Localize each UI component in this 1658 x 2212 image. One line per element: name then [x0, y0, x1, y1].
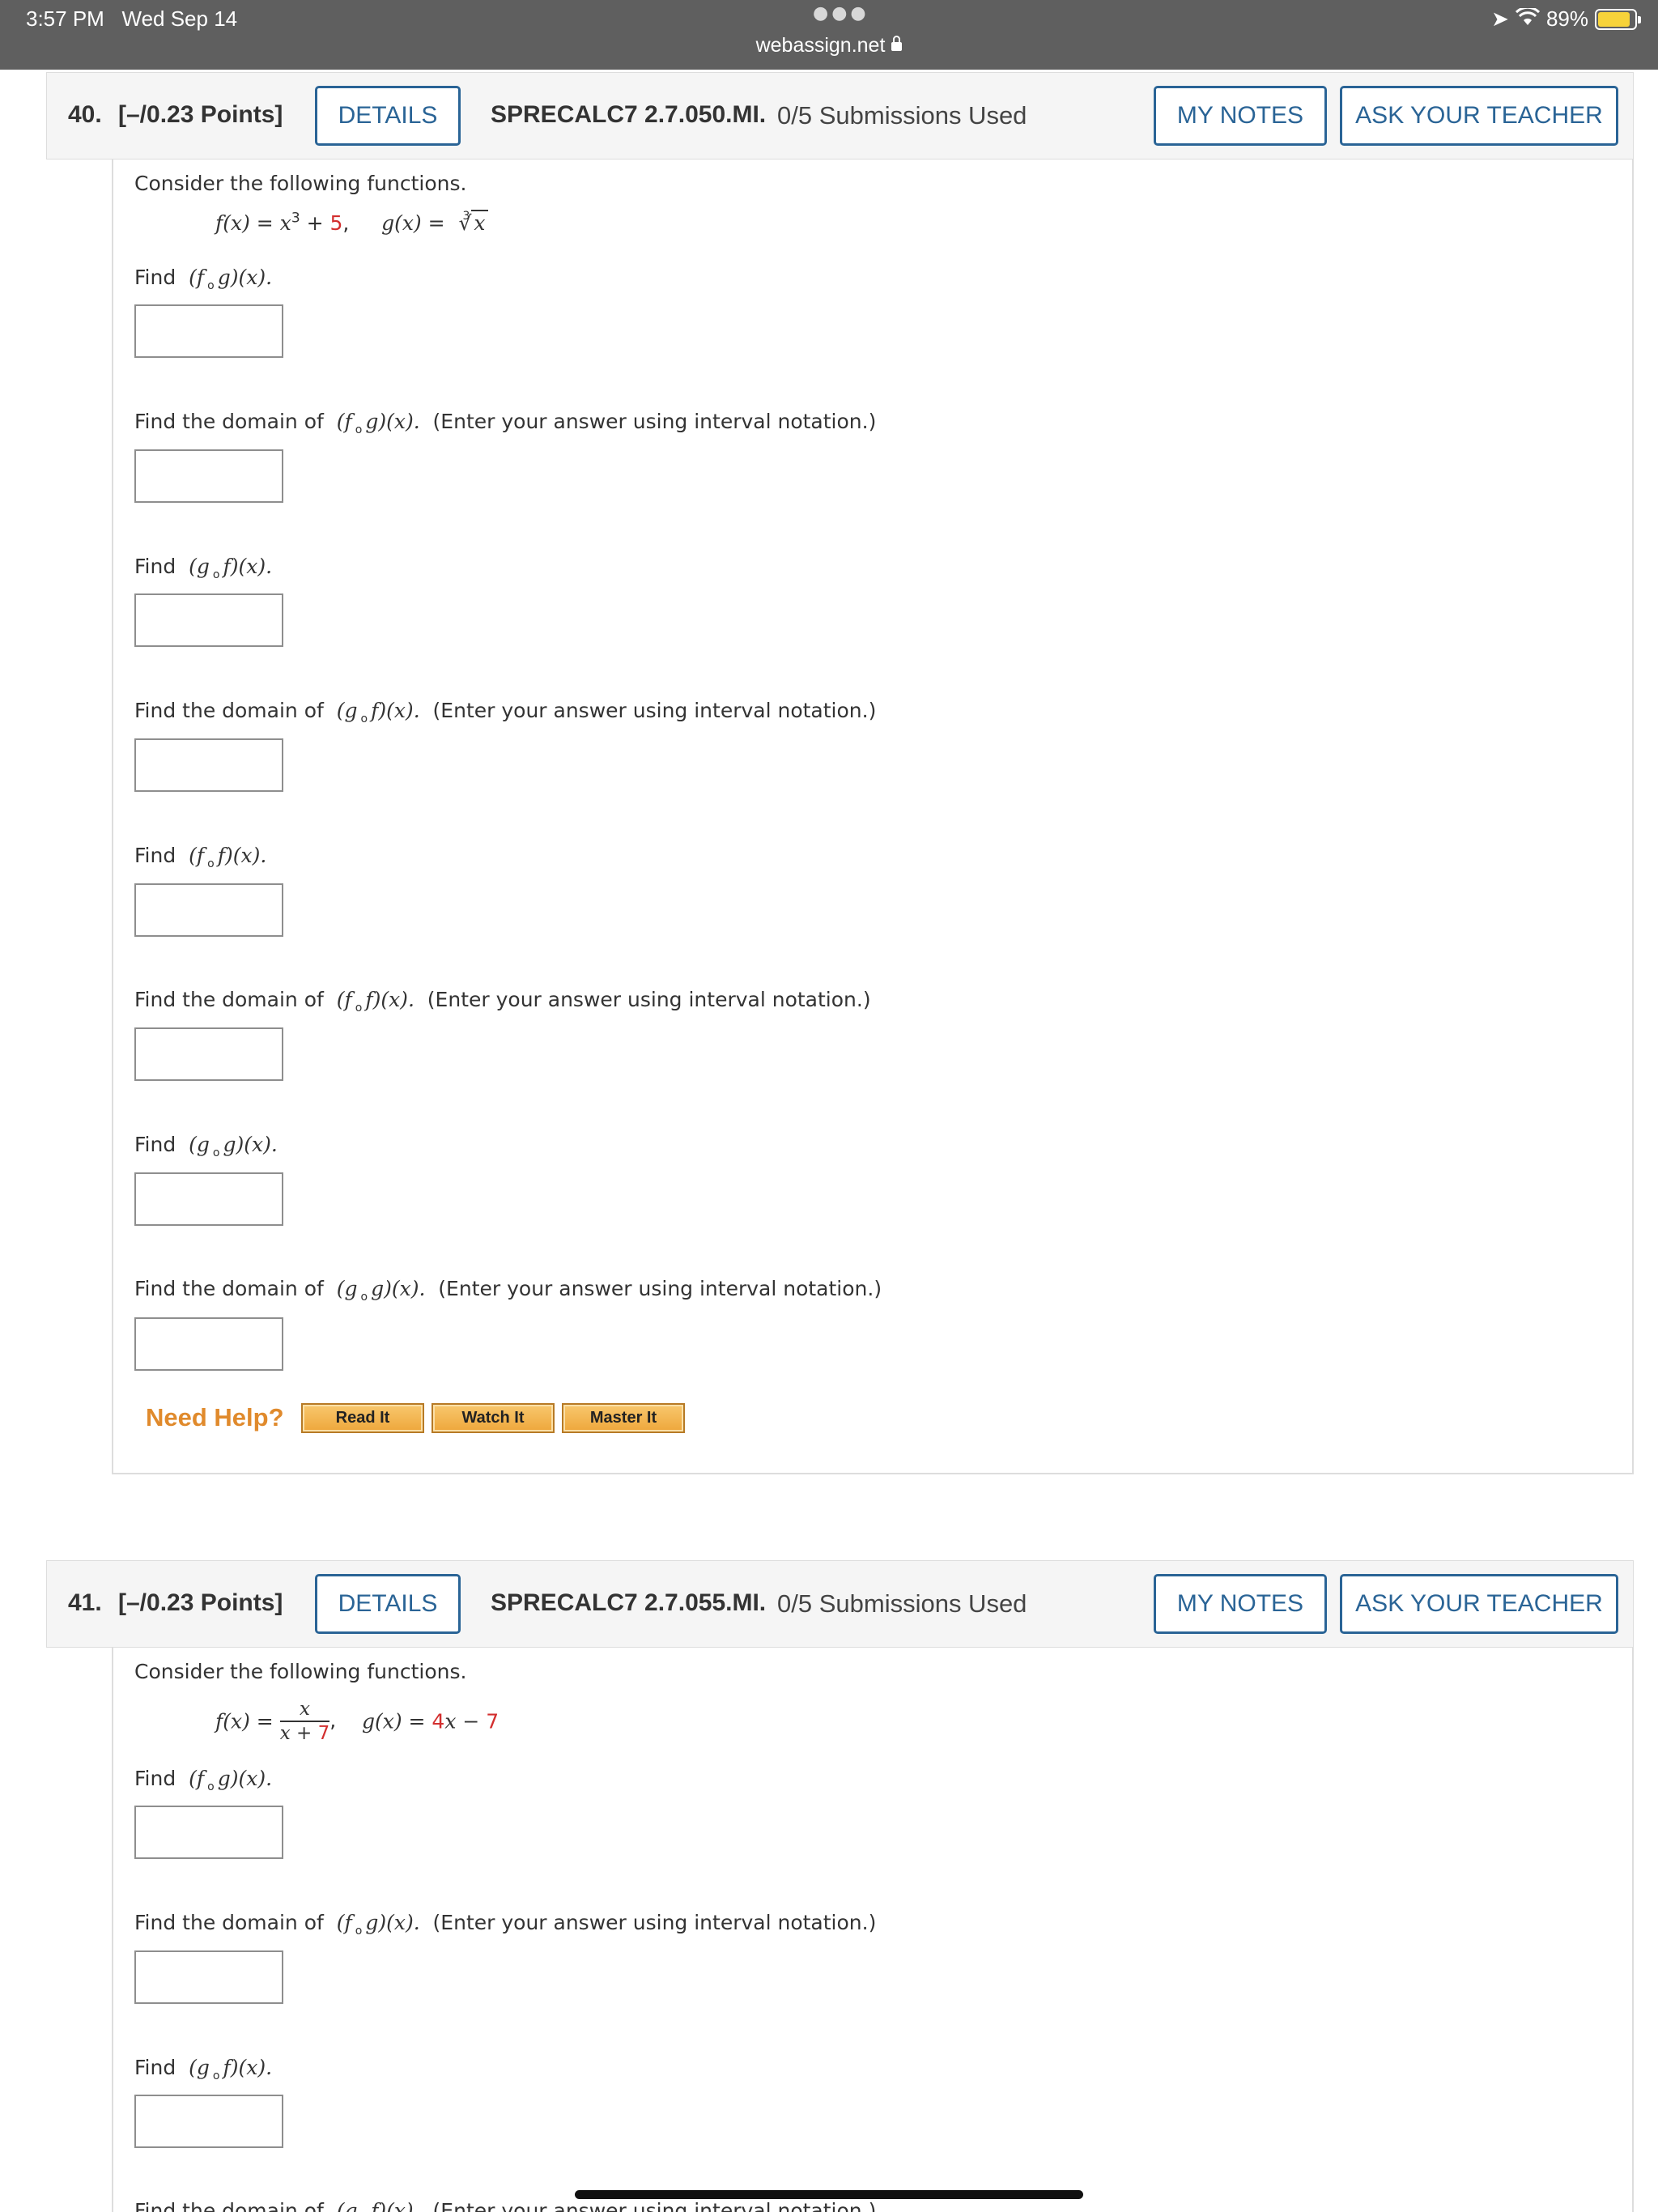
location-arrow-icon: ➤	[1491, 6, 1509, 31]
answer-input-5[interactable]	[134, 883, 283, 937]
f-definition: f(x) = xx + 7,	[215, 1699, 343, 1744]
details-button[interactable]: DETAILS	[315, 86, 461, 146]
my-notes-button[interactable]: MY NOTES	[1154, 86, 1327, 146]
g-definition: g(x) = 3√ x	[381, 210, 488, 236]
prompt-6: Find the domain of (f o f)(x). (Enter your…	[134, 988, 871, 1015]
prompt-3: Find (g o f)(x).	[134, 555, 273, 581]
home-indicator[interactable]	[575, 2190, 1083, 2199]
answer-input-8[interactable]	[134, 1317, 283, 1371]
prompt-2: Find the domain of (f o g)(x). (Enter your…	[134, 1911, 877, 1938]
question-number: 40.	[68, 101, 102, 128]
question-intro: Consider the following functions.	[134, 1660, 467, 1683]
question-40-header: 40. [–/0.23 Points] DETAILS SPRECALC7 2.…	[46, 72, 1634, 160]
function-definitions: f(x) = xx + 7, g(x) = 4x − 7	[215, 1698, 499, 1745]
answer-input-3[interactable]	[134, 2095, 283, 2148]
answer-input-1[interactable]	[134, 1806, 283, 1859]
question-points: [–/0.23 Points]	[118, 101, 283, 128]
watch-it-button[interactable]: Watch It	[432, 1403, 555, 1433]
answer-input-6[interactable]	[134, 1027, 283, 1081]
answer-input-1[interactable]	[134, 304, 283, 358]
question-code: SPRECALC7 2.7.055.MI.	[491, 1589, 767, 1616]
prompt-1: Find (f o g)(x).	[134, 266, 273, 292]
answer-input-4[interactable]	[134, 738, 283, 792]
ask-your-teacher-button[interactable]: ASK YOUR TEACHER	[1340, 86, 1618, 146]
question-41-header: 41. [–/0.23 Points] DETAILS SPRECALC7 2.…	[46, 1560, 1634, 1648]
question-number: 41.	[68, 1589, 102, 1616]
status-indicators: ➤ 89%	[1491, 6, 1641, 32]
address-bar[interactable]: webassign.net	[0, 34, 1658, 57]
read-it-button[interactable]: Read It	[301, 1403, 424, 1433]
prompt-2: Find the domain of (f o g)(x). (Enter your…	[134, 410, 877, 436]
question-intro: Consider the following functions.	[134, 172, 467, 195]
battery-percent: 89%	[1545, 6, 1588, 31]
more-dots-icon[interactable]: ●●●	[813, 3, 869, 23]
url-text: webassign.net	[755, 34, 886, 57]
prompt-1: Find (f o g)(x).	[134, 1767, 273, 1793]
f-definition: f(x) = x3 + 5,	[215, 211, 350, 236]
prompt-7: Find (g o g)(x).	[134, 1133, 278, 1159]
prompt-8: Find the domain of (g o g)(x). (Enter your…	[134, 1277, 882, 1304]
details-button[interactable]: DETAILS	[315, 1574, 461, 1634]
answer-input-3[interactable]	[134, 593, 283, 647]
my-notes-button[interactable]: MY NOTES	[1154, 1574, 1327, 1634]
wifi-icon	[1515, 6, 1541, 32]
g-definition: g(x) = 4x − 7	[361, 1709, 500, 1733]
master-it-button[interactable]: Master It	[562, 1403, 685, 1433]
question-code: SPRECALC7 2.7.050.MI.	[491, 101, 767, 128]
submissions-used: 0/5 Submissions Used	[777, 101, 1027, 130]
ask-your-teacher-button[interactable]: ASK YOUR TEACHER	[1340, 1574, 1618, 1634]
answer-input-7[interactable]	[134, 1172, 283, 1226]
answer-input-2[interactable]	[134, 449, 283, 503]
question-points: [–/0.23 Points]	[118, 1589, 283, 1616]
prompt-4: Find the domain of (gof)(x). (Enter your…	[134, 699, 877, 725]
browser-top-bar: 3:57 PM Wed Sep 14 ●●● webassign.net ➤ 8…	[0, 0, 1658, 70]
submissions-used: 0/5 Submissions Used	[777, 1589, 1027, 1618]
need-help-label: Need Help?	[146, 1403, 284, 1431]
prompt-5: Find (f o f)(x).	[134, 844, 267, 870]
prompt-3: Find (g o f)(x).	[134, 2056, 273, 2082]
lock-icon	[891, 36, 903, 51]
battery-icon	[1595, 8, 1641, 30]
function-definitions: f(x) = x3 + 5, g(x) = 3√ x	[215, 210, 488, 236]
status-time: 3:57 PM Wed Sep 14	[26, 6, 238, 31]
prompt-4: Find the domain of (gof)(x). (Enter your…	[134, 2199, 877, 2212]
answer-input-2[interactable]	[134, 1950, 283, 2004]
